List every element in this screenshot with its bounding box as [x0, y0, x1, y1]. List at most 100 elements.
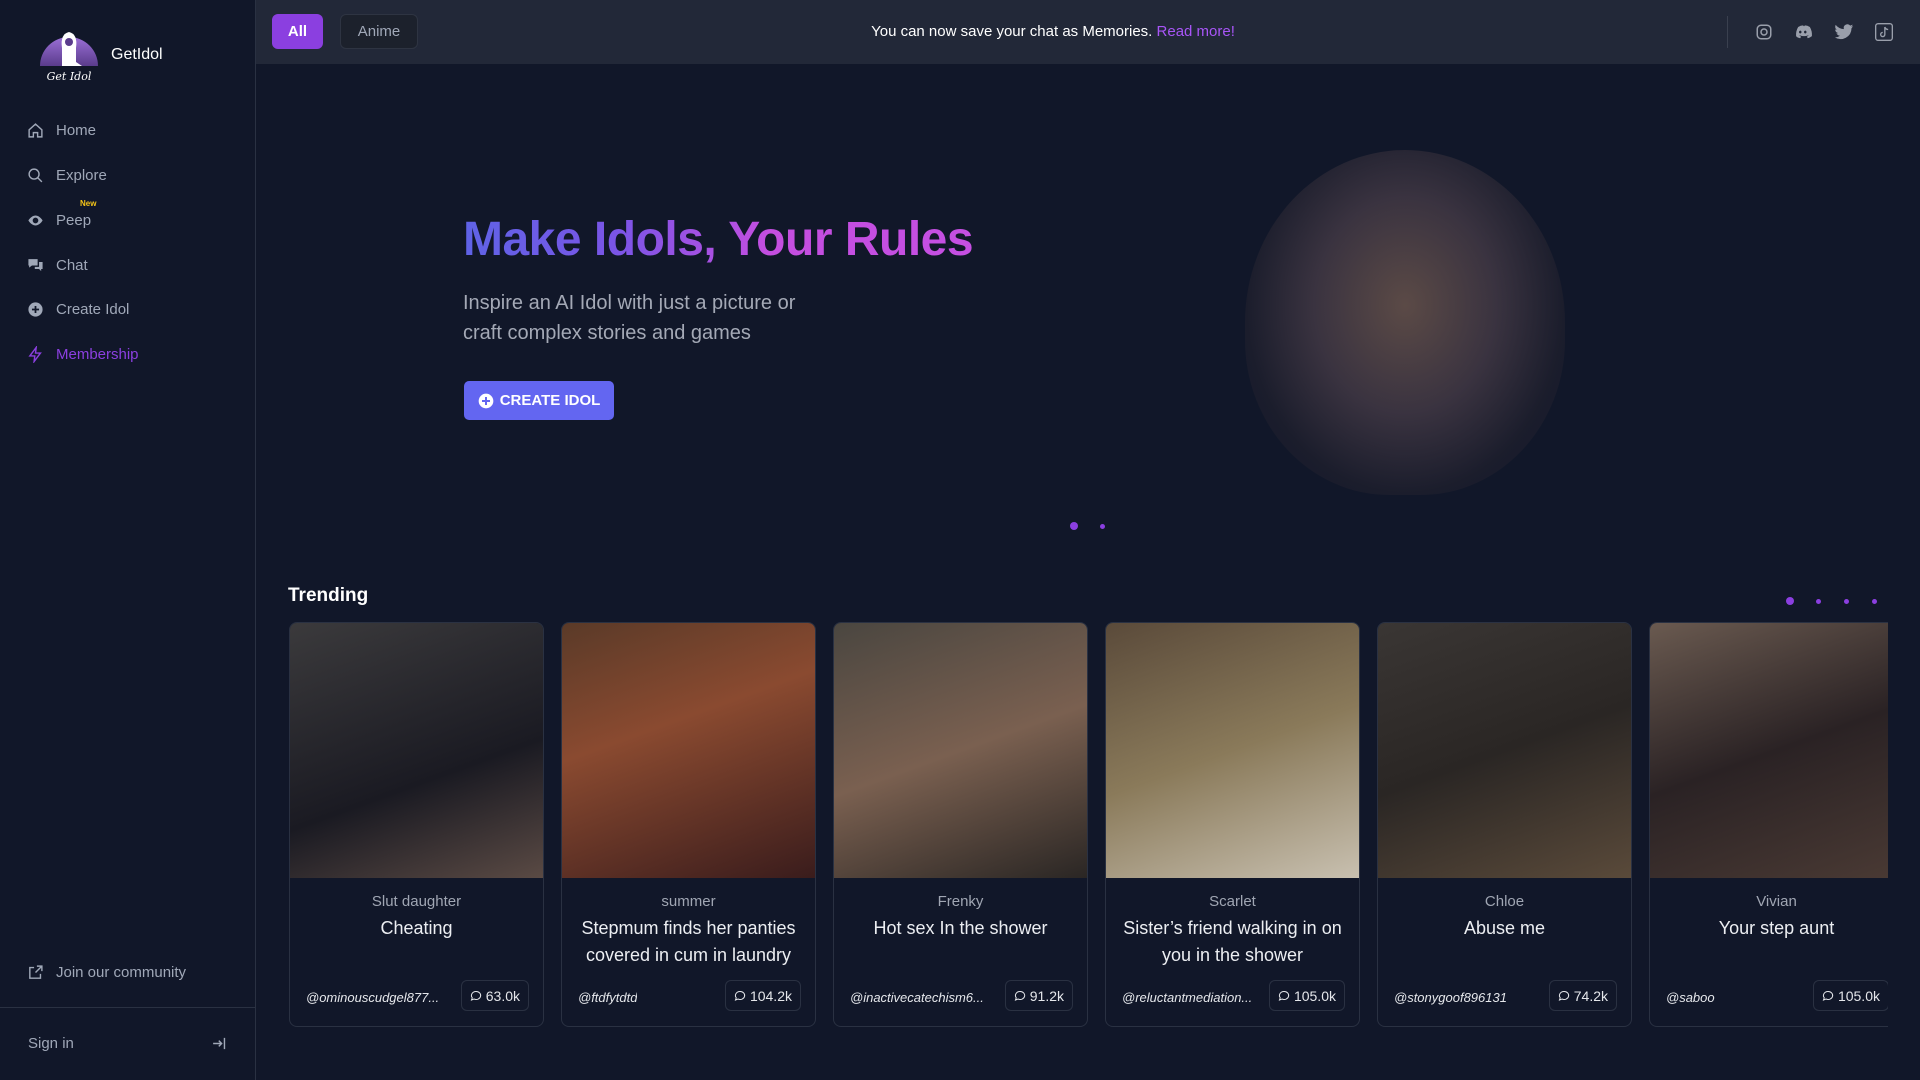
- idol-card[interactable]: summer Stepmum finds her panties covered…: [561, 622, 816, 1027]
- trending-page-dot[interactable]: [1816, 599, 1821, 604]
- home-icon: [28, 123, 43, 138]
- chat-count-value: 105.0k: [1293, 987, 1336, 1004]
- sidebar-item-home[interactable]: Home: [27, 122, 96, 139]
- create-idol-label: CREATE IDOL: [499, 392, 601, 409]
- brand-name: GetIdol: [111, 46, 163, 63]
- sidebar-item-explore[interactable]: Explore: [27, 167, 107, 184]
- trending-page-dot-active[interactable]: [1786, 597, 1794, 605]
- idol-card-image: [834, 623, 1087, 878]
- plus-circle-icon: [478, 393, 494, 408]
- creator-username[interactable]: @saboo: [1666, 990, 1715, 1005]
- external-link-icon: [29, 965, 43, 979]
- sidebar-item-chat[interactable]: Chat: [27, 257, 88, 274]
- sign-in-label: Sign in: [28, 1035, 74, 1052]
- lightning-icon: [28, 346, 42, 363]
- announcement: You can now save your chat as Memories. …: [256, 23, 1920, 40]
- trending-page-dot[interactable]: [1872, 599, 1877, 604]
- twitter-icon[interactable]: [1833, 22, 1855, 42]
- chat-icon: [28, 259, 43, 272]
- chat-count-value: 91.2k: [1029, 987, 1064, 1004]
- trending-page-dot[interactable]: [1844, 599, 1849, 604]
- chat-count: 74.2k: [1548, 980, 1617, 1011]
- trending-title: Trending: [288, 585, 369, 606]
- chat-count-value: 105.0k: [1837, 987, 1880, 1004]
- idol-name: Vivian: [1756, 893, 1797, 910]
- chat-count: 104.2k: [724, 980, 801, 1011]
- sidebar: Get Idol GetIdol Home Explore Peep New C…: [0, 0, 256, 1080]
- idol-name: Slut daughter: [371, 893, 462, 910]
- announcement-text: You can now save your chat as Memories.: [871, 23, 1153, 40]
- chat-bubble-icon: [1822, 990, 1834, 1001]
- idol-card[interactable]: Vivian Your step aunt @saboo 105.0k: [1649, 622, 1888, 1027]
- getidol-logo[interactable]: Get Idol: [38, 26, 100, 84]
- idol-card-image: [1106, 623, 1359, 878]
- community-label: Join our community: [56, 964, 187, 981]
- chat-count-value: 63.0k: [485, 987, 520, 1004]
- idol-title: Stepmum finds her panties covered in cum…: [581, 918, 796, 965]
- tiktok-icon[interactable]: [1874, 22, 1894, 42]
- creator-username[interactable]: @stonygoof896131: [1394, 990, 1507, 1005]
- sign-in-icon: [213, 1037, 226, 1050]
- creator-username[interactable]: @ominouscudgel877...: [306, 990, 439, 1005]
- idol-name: Frenky: [937, 893, 984, 910]
- hero-title: Make Idols, Your Rules: [463, 213, 974, 266]
- sidebar-divider: [0, 1007, 255, 1008]
- sidebar-item-label: Home: [56, 122, 97, 139]
- creator-username[interactable]: @ftdfytdtd: [578, 990, 637, 1005]
- search-icon: [28, 168, 43, 183]
- trending-carousel: Slut daughter Cheating @ominouscudgel877…: [289, 622, 1888, 1028]
- idol-card[interactable]: Chloe Abuse me @stonygoof896131 74.2k: [1377, 622, 1632, 1027]
- idol-name: summer: [661, 893, 716, 910]
- chat-count-value: 74.2k: [1573, 987, 1608, 1004]
- sidebar-item-create-idol[interactable]: Create Idol: [27, 301, 129, 318]
- sign-in-button[interactable]: Sign in: [28, 1035, 228, 1052]
- sidebar-item-label: Chat: [56, 257, 88, 274]
- header-divider: [1727, 16, 1728, 48]
- create-idol-button[interactable]: CREATE IDOL: [464, 381, 614, 420]
- idol-title: Sister’s friend walking in on you in the…: [1123, 918, 1342, 965]
- chat-bubble-icon: [734, 990, 746, 1001]
- idol-name: Scarlet: [1209, 893, 1256, 910]
- chat-count: 63.0k: [460, 980, 529, 1011]
- join-community-link[interactable]: Join our community: [27, 964, 186, 981]
- hero-subtitle: Inspire an AI Idol with just a picture o…: [463, 292, 796, 344]
- sidebar-item-peep[interactable]: Peep New: [27, 199, 96, 229]
- chat-count: 105.0k: [1268, 980, 1345, 1011]
- sidebar-item-label: Explore: [56, 167, 107, 184]
- read-more-link[interactable]: Read more!: [1157, 23, 1235, 40]
- idol-title: Abuse me: [1463, 918, 1546, 938]
- hero-slide-dot[interactable]: [1100, 524, 1105, 529]
- chat-bubble-icon: [470, 990, 481, 1001]
- idol-card-image: [562, 623, 815, 878]
- chat-bubble-icon: [1278, 990, 1290, 1001]
- instagram-icon[interactable]: [1755, 22, 1773, 42]
- idol-card[interactable]: Scarlet Sister’s friend walking in on yo…: [1105, 622, 1360, 1027]
- creator-username[interactable]: @reluctantmediation...: [1122, 990, 1252, 1005]
- sidebar-item-label: Membership: [56, 346, 139, 363]
- sidebar-item-label: Create Idol: [56, 301, 130, 318]
- eye-icon: [28, 215, 43, 226]
- idol-title: Your step aunt: [1718, 918, 1835, 938]
- idol-title: Hot sex In the shower: [873, 918, 1048, 938]
- chat-bubble-icon: [1558, 990, 1569, 1001]
- idol-name: Chloe: [1484, 893, 1525, 910]
- hero-image: [1245, 150, 1565, 495]
- idol-card-image: [290, 623, 543, 878]
- hero-slide-dot-active[interactable]: [1070, 522, 1078, 530]
- top-header: All Anime You can now save your chat as …: [256, 0, 1920, 64]
- new-badge: New: [80, 199, 97, 208]
- idol-card-image: [1650, 623, 1888, 878]
- discord-icon[interactable]: [1794, 22, 1814, 42]
- plus-circle-icon: [28, 302, 43, 317]
- idol-title: Cheating: [380, 918, 453, 938]
- svg-text:Get Idol: Get Idol: [47, 70, 92, 83]
- creator-username[interactable]: @inactivecatechism6...: [850, 990, 984, 1005]
- chat-count: 91.2k: [1004, 980, 1073, 1011]
- sidebar-item-membership[interactable]: Membership: [27, 346, 139, 363]
- idol-card[interactable]: Slut daughter Cheating @ominouscudgel877…: [289, 622, 544, 1027]
- idol-card-image: [1378, 623, 1631, 878]
- sidebar-item-label: Peep: [56, 212, 92, 229]
- idol-card[interactable]: Frenky Hot sex In the shower @inactiveca…: [833, 622, 1088, 1027]
- chat-bubble-icon: [1014, 990, 1025, 1001]
- chat-count-value: 104.2k: [749, 987, 792, 1004]
